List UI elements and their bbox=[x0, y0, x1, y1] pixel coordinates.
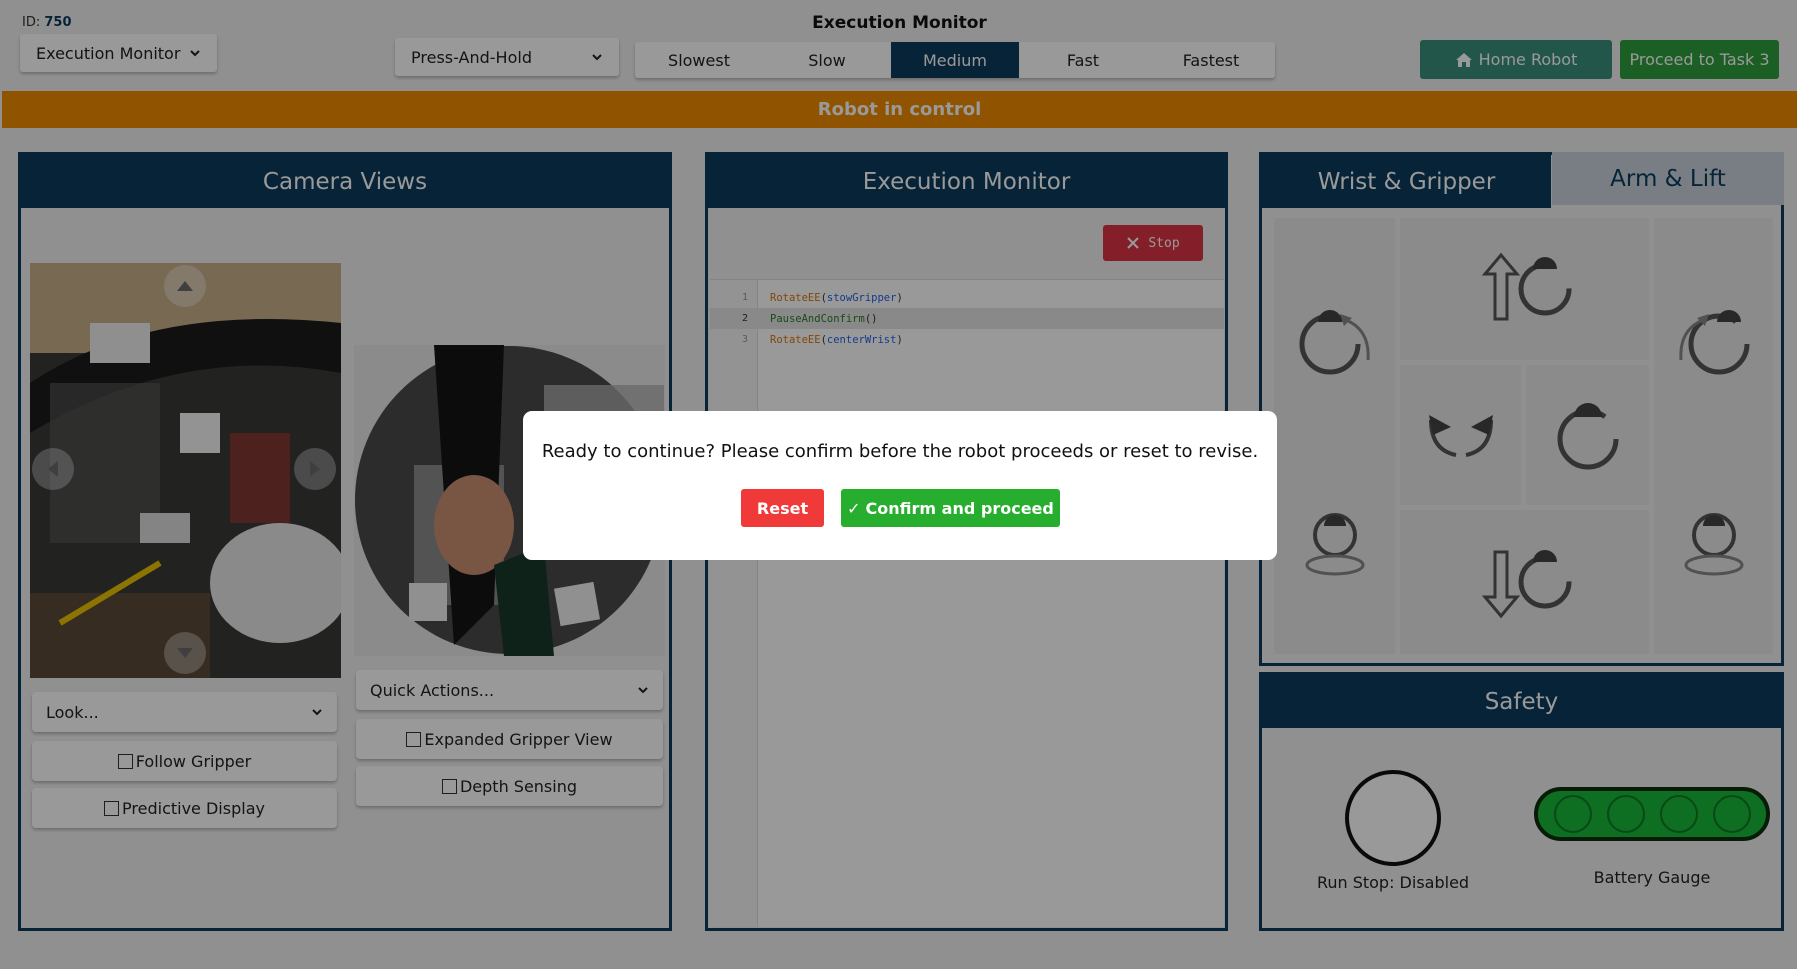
confirm-dialog-message: Ready to continue? Please confirm before… bbox=[541, 441, 1259, 462]
reset-button[interactable]: Reset bbox=[741, 489, 824, 527]
confirm-dialog: Ready to continue? Please confirm before… bbox=[523, 411, 1277, 560]
confirm-proceed-label: Confirm and proceed bbox=[865, 498, 1054, 518]
check-icon: ✓ bbox=[847, 498, 861, 518]
confirm-proceed-button[interactable]: ✓ Confirm and proceed bbox=[841, 489, 1060, 527]
